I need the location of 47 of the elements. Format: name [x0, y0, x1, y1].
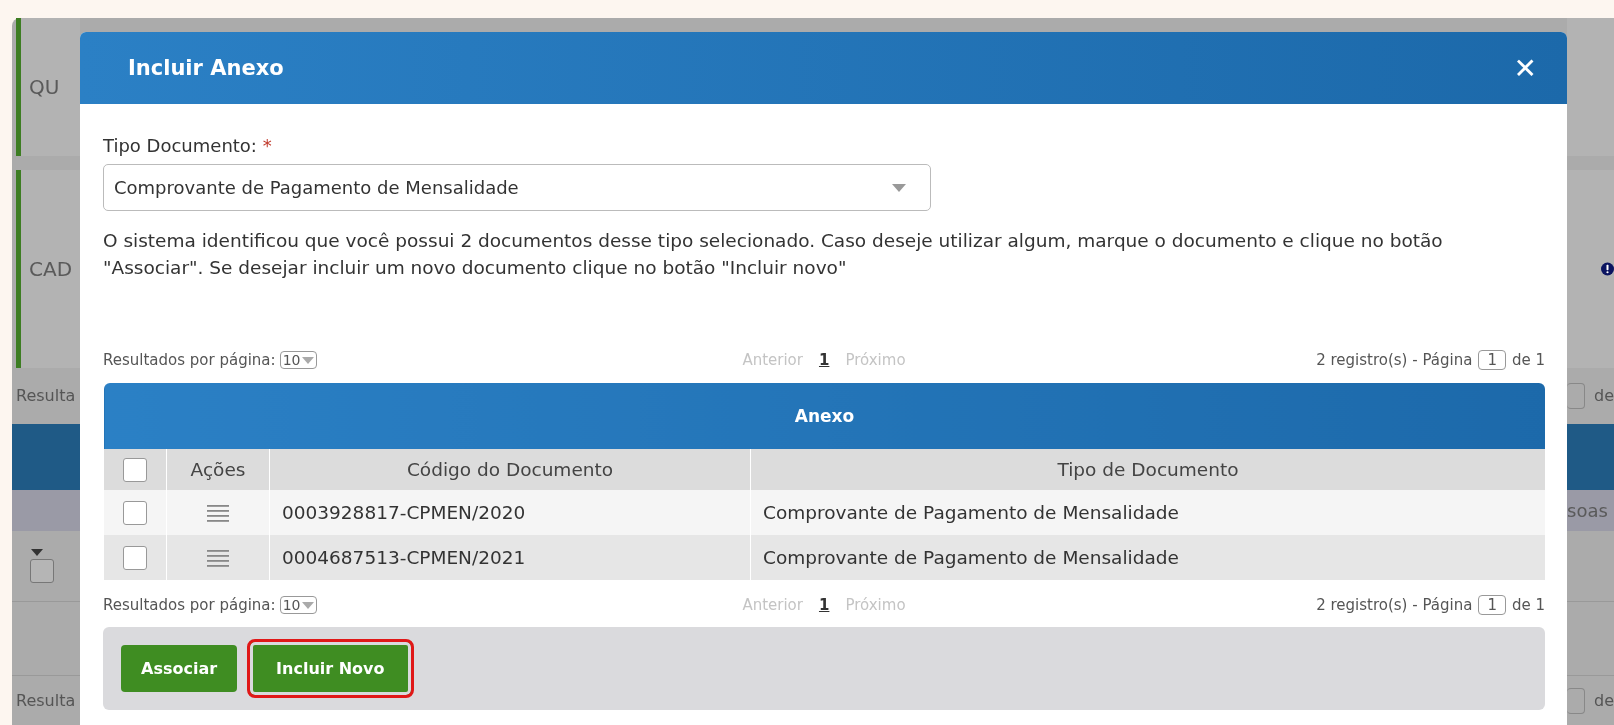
- table-row: [12, 489, 80, 531]
- record-count: 2 registro(s) - Página: [1316, 596, 1473, 614]
- table-header: [1567, 423, 1614, 490]
- close-button[interactable]: ✕: [1513, 51, 1537, 85]
- record-count: 2 registro(s) - Página: [1316, 351, 1473, 369]
- results-label: Resulta: [15, 386, 76, 406]
- table-title: Anexo: [103, 383, 1545, 449]
- table-cell: 0003928817-CPMEN/2020: [269, 490, 751, 535]
- checkbox[interactable]: [30, 558, 54, 583]
- card-label: QU: [29, 74, 60, 99]
- info-message: O sistema identificou que você possui 2 documentos desse tipo selecionado. Caso deseje utilizar algum, marque o documento e clique no botão "Associar". Se desejar incluir um novo documento clique no botão "Incluir novo": [103, 229, 1444, 280]
- per-page-select[interactable]: 10: [279, 596, 318, 614]
- column-label: soas: [1567, 499, 1608, 521]
- associate-button[interactable]: Associar: [121, 645, 238, 692]
- card-label: CAD: [29, 257, 73, 281]
- results-per-page-label: Resultados por página:: [103, 596, 276, 614]
- results-label: Resulta: [15, 691, 76, 711]
- document-type-select[interactable]: Comprovante de Pagamento de Mensalidade: [103, 164, 931, 211]
- column-header: Ações: [166, 449, 270, 490]
- results-label: de: [1593, 691, 1614, 711]
- caret-icon: [892, 183, 906, 192]
- results-per-page-label: Resultados por página:: [103, 351, 276, 369]
- page-field[interactable]: 1: [1478, 350, 1506, 370]
- checkbox[interactable]: [123, 457, 147, 482]
- table-cell: Comprovante de Pagamento de Mensalidade: [750, 535, 1545, 580]
- page-total: de 1: [1511, 351, 1545, 369]
- checkbox[interactable]: [123, 500, 147, 525]
- table-cell: Comprovante de Pagamento de Mensalidade: [750, 490, 1545, 535]
- table-cell: 0004687513-CPMEN/2021: [269, 535, 751, 580]
- checkbox[interactable]: [123, 545, 147, 570]
- per-page-select[interactable]: 10: [279, 351, 318, 369]
- caret-icon: [302, 601, 315, 609]
- menu-icon[interactable]: [207, 548, 229, 567]
- page-link[interactable]: 1: [818, 351, 830, 369]
- table-header: [12, 423, 80, 490]
- page-field[interactable]: 1: [1478, 595, 1506, 615]
- dialog-title: Incluir Anexo: [128, 56, 284, 80]
- page-link[interactable]: 1: [818, 596, 830, 614]
- column-header: Código do Documento: [269, 449, 751, 490]
- menu-icon[interactable]: [207, 503, 229, 522]
- field-label: Tipo Documento:: [103, 135, 257, 156]
- page-total: de 1: [1511, 596, 1545, 614]
- results-label: de: [1593, 386, 1614, 406]
- caret-icon: [302, 356, 315, 364]
- required-mark: *: [262, 135, 272, 156]
- column-header: Tipo de Documento: [750, 449, 1545, 490]
- include-new-button[interactable]: Incluir Novo: [247, 639, 414, 698]
